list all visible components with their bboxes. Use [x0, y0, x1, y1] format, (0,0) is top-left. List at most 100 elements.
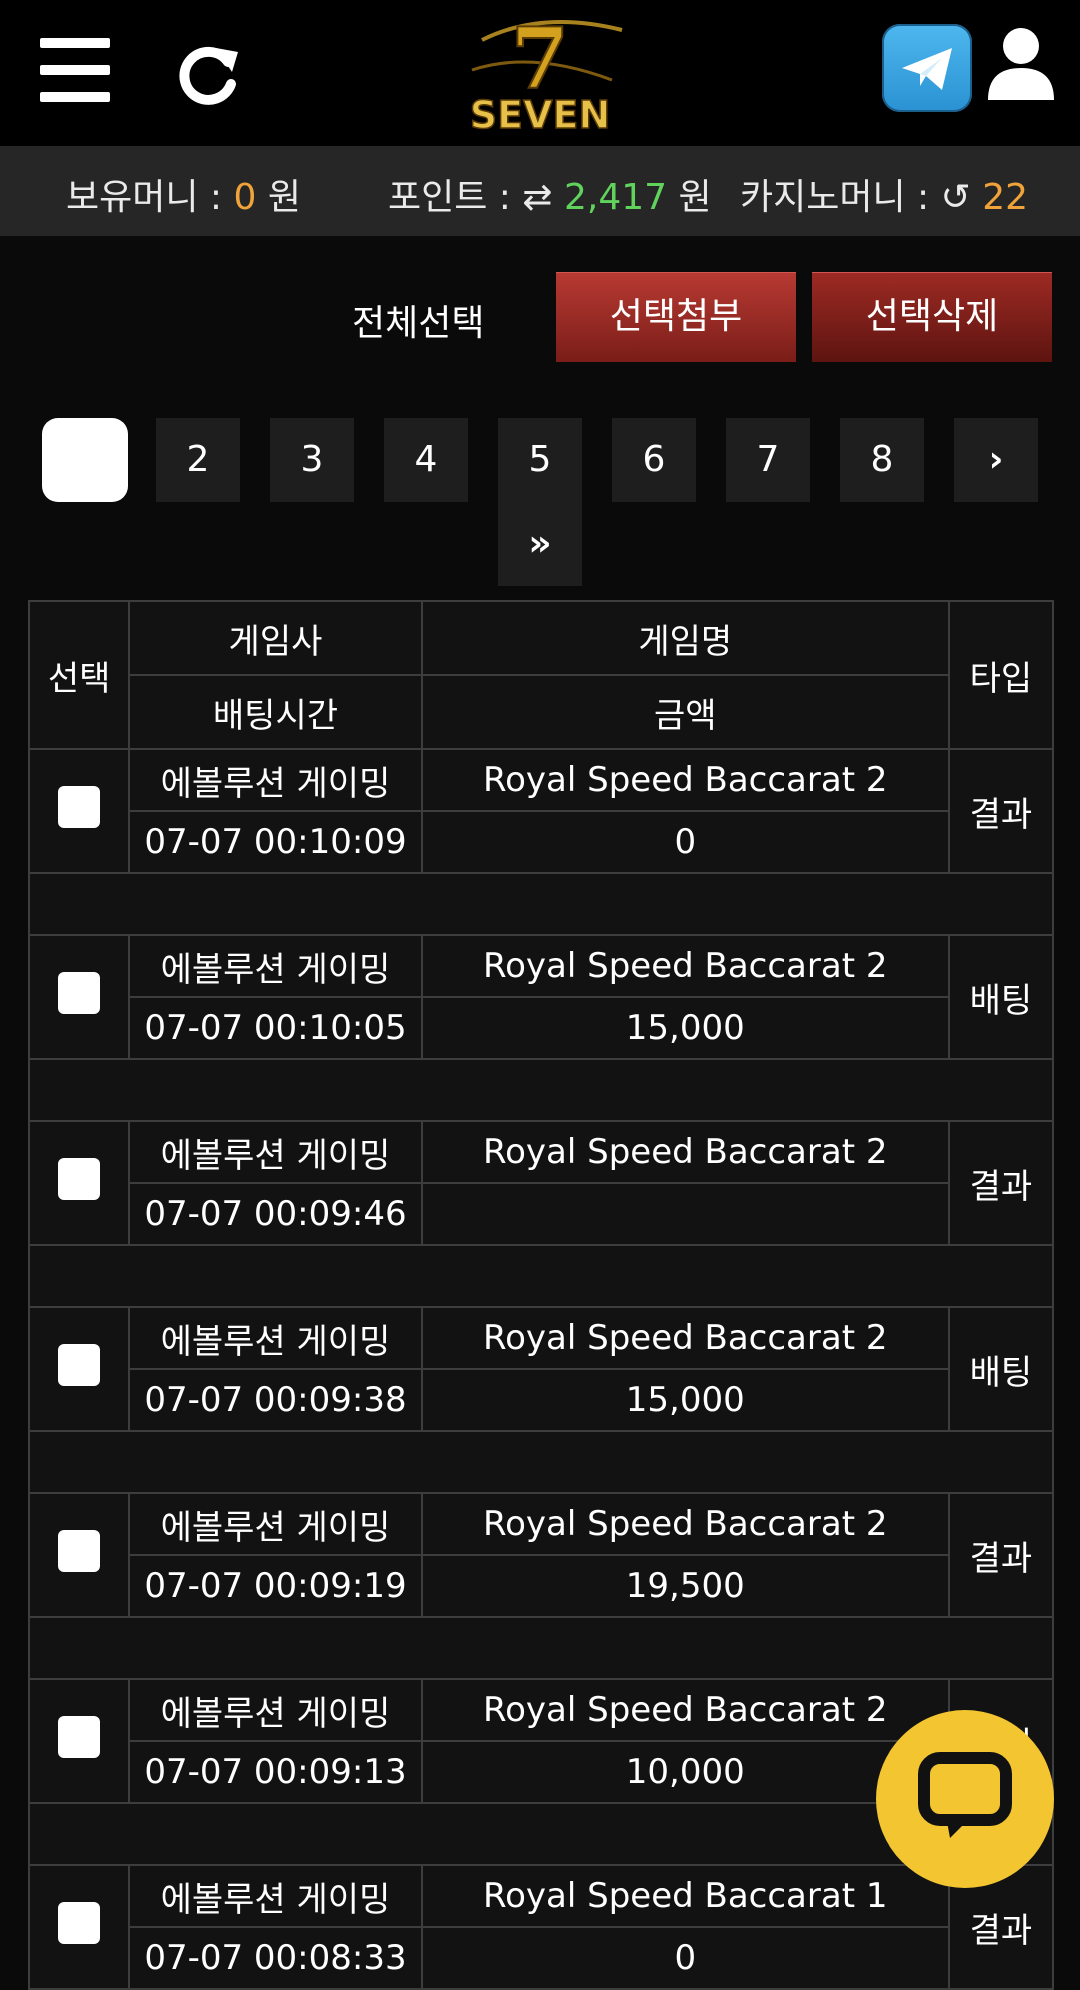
row-vendor: 에볼루션 게이밍 — [128, 1678, 423, 1742]
row-spacer — [28, 872, 1054, 936]
page-3[interactable]: 3 — [270, 418, 354, 502]
row-vendor: 에볼루션 게이밍 — [128, 1864, 423, 1928]
money-unit: 원 — [267, 177, 301, 218]
row-time: 07-07 00:10:09 — [128, 810, 423, 874]
logo-text: SEVEN — [470, 93, 611, 136]
page-7[interactable]: 7 — [726, 418, 810, 502]
pagination: 2 3 4 5 6 7 8 › » — [0, 410, 1080, 590]
last-page-button[interactable]: » — [498, 502, 582, 586]
row-game: Royal Speed Baccarat 2 — [420, 1120, 950, 1184]
hamburger-menu-icon[interactable] — [40, 38, 110, 102]
row-checkbox[interactable] — [58, 785, 101, 828]
row-game: Royal Speed Baccarat 2 — [420, 748, 950, 812]
telegram-icon[interactable] — [882, 24, 972, 112]
page-first[interactable] — [42, 418, 128, 502]
spacer-cell — [28, 1058, 1054, 1122]
row-checkbox[interactable] — [58, 971, 101, 1014]
page-5[interactable]: 5 — [498, 418, 582, 502]
user-profile-icon[interactable] — [986, 26, 1056, 102]
row-amount: 0 — [420, 810, 950, 874]
point-balance[interactable]: 포인트 : ⇄ 2,417 원 — [388, 168, 712, 220]
row-spacer — [28, 1244, 1054, 1308]
row-time: 07-07 00:10:05 — [128, 996, 423, 1060]
money-label: 보유머니 : — [66, 177, 223, 218]
row-time: 07-07 00:09:46 — [128, 1182, 423, 1246]
attach-selected-button[interactable]: 선택첨부 — [556, 272, 796, 362]
row-amount: 10,000 — [420, 1740, 950, 1804]
page-8[interactable]: 8 — [840, 418, 924, 502]
table-row: 07-07 00:09:19 19,500 — [29, 1554, 1053, 1618]
row-select-cell — [27, 1864, 131, 1990]
row-select-cell — [27, 934, 131, 1060]
exchange-arrows-icon[interactable]: ⇄ — [522, 177, 552, 218]
chat-support-button[interactable] — [876, 1710, 1054, 1888]
point-unit: 원 — [678, 177, 712, 218]
table-row: 에볼루션 게이밍 Royal Speed Baccarat 2 결과 — [27, 748, 1055, 874]
spacer-cell — [28, 872, 1054, 936]
casino-balance[interactable]: 카지노머니 : ↺ 22 — [740, 168, 1028, 220]
table-header-row: 선택 게임사 게임명 타입 — [27, 600, 1055, 750]
header-amount: 금액 — [420, 674, 950, 750]
table-row: 07-07 00:10:09 0 — [29, 810, 1053, 874]
casino-value: 22 — [982, 177, 1029, 218]
refresh-icon[interactable] — [176, 42, 242, 108]
row-game: Royal Speed Baccarat 2 — [420, 1306, 950, 1370]
row-amount: 19,500 — [420, 1554, 950, 1618]
row-type: 배팅 — [947, 1306, 1055, 1432]
table-header-row: 배팅시간 금액 — [29, 674, 1053, 750]
spacer-cell — [28, 1244, 1054, 1308]
row-type: 결과 — [947, 748, 1055, 874]
row-time: 07-07 00:09:13 — [128, 1740, 423, 1804]
row-select-cell — [27, 1678, 131, 1804]
table-row: 07-07 00:08:33 0 — [29, 1926, 1053, 1990]
row-spacer — [28, 1430, 1054, 1494]
header-type: 타입 — [947, 600, 1055, 750]
row-select-cell — [27, 1492, 131, 1618]
seven-logo[interactable]: 7 SEVEN — [452, 10, 628, 136]
row-amount: 15,000 — [420, 996, 950, 1060]
row-checkbox[interactable] — [58, 1529, 101, 1572]
row-select-cell — [27, 1120, 131, 1246]
header-time: 배팅시간 — [128, 674, 423, 750]
row-amount — [420, 1182, 950, 1246]
page-2[interactable]: 2 — [156, 418, 240, 502]
row-time: 07-07 00:08:33 — [128, 1926, 423, 1990]
row-checkbox[interactable] — [58, 1343, 101, 1386]
row-vendor: 에볼루션 게이밍 — [128, 1306, 423, 1370]
money-value: 0 — [233, 177, 257, 218]
table-row: 07-07 00:09:38 15,000 — [29, 1368, 1053, 1432]
row-select-cell — [27, 748, 131, 874]
top-header: 7 SEVEN — [0, 0, 1080, 146]
table-row: 에볼루션 게이밍Royal Speed Baccarat 2배팅 — [27, 934, 1055, 1060]
page-4[interactable]: 4 — [384, 418, 468, 502]
row-spacer — [28, 1616, 1054, 1680]
row-type: 결과 — [947, 1120, 1055, 1246]
table-row: 에볼루션 게이밍Royal Speed Baccarat 2배팅 — [27, 1306, 1055, 1432]
money-balance: 보유머니 : 0 원 — [66, 168, 301, 220]
reload-icon[interactable]: ↺ — [941, 177, 971, 218]
next-page-button[interactable]: › — [954, 418, 1038, 502]
table-row: 07-07 00:09:46 — [29, 1182, 1053, 1246]
row-time: 07-07 00:09:38 — [128, 1368, 423, 1432]
point-label: 포인트 : — [388, 177, 511, 218]
row-vendor: 에볼루션 게이밍 — [128, 934, 423, 998]
row-vendor: 에볼루션 게이밍 — [128, 1492, 423, 1556]
header-vendor: 게임사 — [128, 600, 423, 676]
select-all-button[interactable]: 전체선택 — [352, 294, 484, 346]
row-checkbox[interactable] — [58, 1901, 101, 1944]
row-vendor: 에볼루션 게이밍 — [128, 748, 423, 812]
row-amount: 15,000 — [420, 1368, 950, 1432]
point-value: 2,417 — [564, 177, 668, 218]
delete-selected-button[interactable]: 선택삭제 — [812, 272, 1052, 362]
row-checkbox[interactable] — [58, 1157, 101, 1200]
row-type: 배팅 — [947, 934, 1055, 1060]
page-6[interactable]: 6 — [612, 418, 696, 502]
row-checkbox[interactable] — [58, 1715, 101, 1758]
row-select-cell — [27, 1306, 131, 1432]
spacer-cell — [28, 1430, 1054, 1494]
header-game: 게임명 — [420, 600, 950, 676]
row-amount: 0 — [420, 1926, 950, 1990]
chat-bubble-icon — [918, 1752, 1012, 1838]
row-vendor: 에볼루션 게이밍 — [128, 1120, 423, 1184]
casino-label: 카지노머니 : — [740, 177, 930, 218]
